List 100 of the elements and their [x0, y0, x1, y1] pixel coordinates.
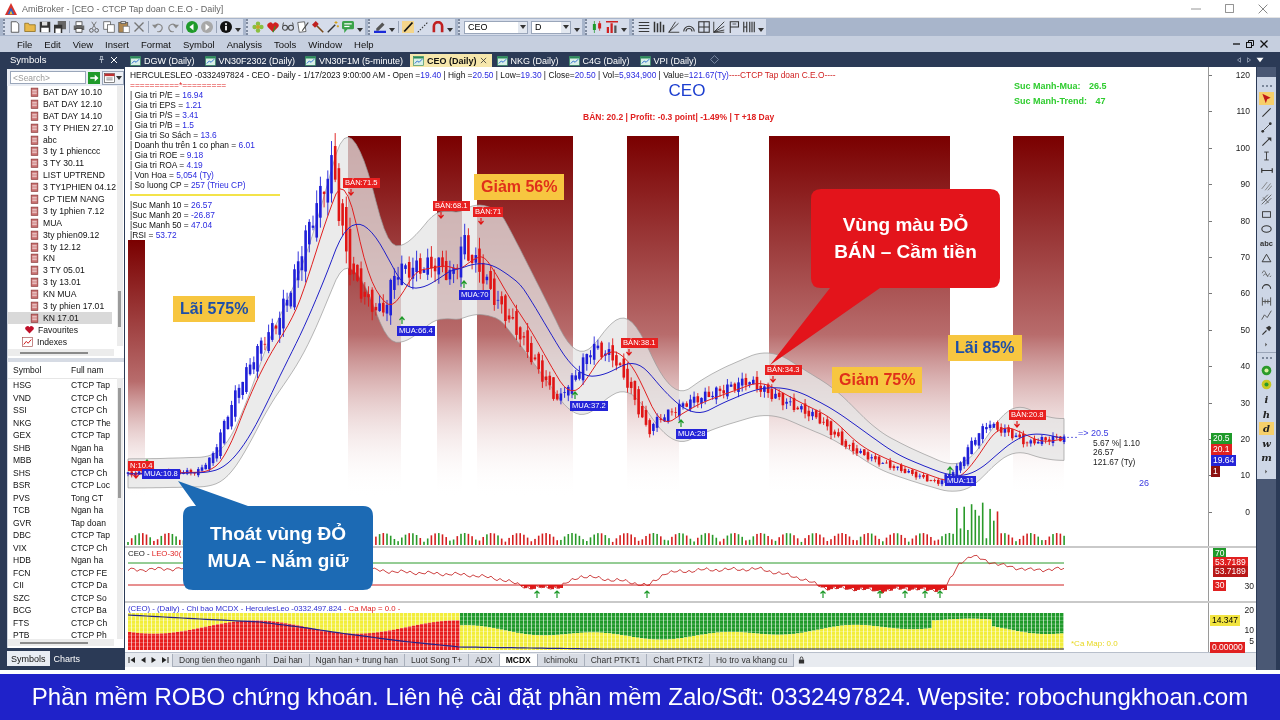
tree-item[interactable]: BAT DAY 12.10: [8, 97, 112, 110]
letter-tool-button[interactable]: d: [1259, 422, 1274, 435]
tree-item[interactable]: CP TIEM NANG: [8, 193, 112, 205]
chart-tab[interactable]: VN30F1M (5-minute): [302, 54, 409, 67]
chart-tab[interactable]: NKG (Daily): [493, 54, 564, 67]
tree-item[interactable]: 3 ty phien 17.01: [8, 300, 112, 312]
horizontal-segment-icon[interactable]: [1260, 167, 1273, 175]
menu-item[interactable]: Edit: [38, 38, 67, 50]
menu-item[interactable]: Format: [134, 38, 177, 50]
undo-icon[interactable]: [152, 21, 164, 33]
chart-tab[interactable]: C4G (Daily): [565, 54, 635, 67]
expand-arrow-icon[interactable]: [1264, 468, 1269, 476]
dropdown-caret-icon[interactable]: [116, 75, 122, 80]
sheet-tab[interactable]: Ngan han + trung han: [308, 653, 406, 667]
dropdown-caret-icon[interactable]: [447, 28, 453, 32]
heart-icon[interactable]: [267, 21, 279, 33]
scroll-right-icon[interactable]: [1246, 55, 1252, 64]
restore-icon[interactable]: [1246, 40, 1254, 48]
sheet-tab[interactable]: MCDX: [498, 653, 538, 667]
close-icon[interactable]: [1260, 40, 1268, 48]
letter-tool-button[interactable]: w: [1259, 436, 1274, 450]
magnet-icon[interactable]: [432, 21, 444, 33]
candlestick-icon[interactable]: [591, 21, 603, 33]
pen-color-icon[interactable]: [374, 21, 386, 33]
last-page-icon[interactable]: [161, 656, 169, 664]
hammer-icon[interactable]: [312, 21, 324, 33]
next-icon[interactable]: [150, 656, 158, 664]
grid-icon[interactable]: [698, 21, 710, 33]
tree-item[interactable]: MUA: [8, 216, 112, 229]
expand-arrow-icon[interactable]: [1264, 341, 1269, 349]
floppy-stack-icon[interactable]: [54, 21, 66, 33]
tree-item[interactable]: 3 TY 05.01: [8, 264, 112, 277]
tree-item[interactable]: Indexes: [8, 335, 112, 348]
tree-item[interactable]: Favourites: [8, 323, 112, 336]
lock-icon[interactable]: [798, 656, 806, 664]
horizontal-scrollbar[interactable]: [8, 639, 114, 646]
info-icon[interactable]: [220, 21, 232, 33]
sheet-tab[interactable]: Dai han: [266, 653, 310, 667]
dropdown-caret-icon[interactable]: [235, 28, 241, 32]
menu-item[interactable]: Symbol: [176, 38, 221, 50]
symbol-combo[interactable]: CEO: [464, 20, 528, 34]
glasses-icon[interactable]: [282, 21, 294, 33]
vertical-scrollbar[interactable]: [117, 86, 123, 346]
tree-item[interactable]: LIST UPTREND: [8, 169, 112, 182]
vertical-scrollbar[interactable]: [117, 378, 123, 639]
pin-icon[interactable]: [98, 55, 105, 64]
tree-item[interactable]: abc: [8, 133, 112, 146]
vertical-bars-icon[interactable]: [653, 21, 665, 33]
dropdown-caret-icon[interactable]: [758, 28, 764, 32]
redo-icon[interactable]: [167, 21, 179, 33]
dropdown-caret-icon[interactable]: [389, 28, 395, 32]
letter-tool-button[interactable]: i: [1259, 393, 1274, 406]
sheet-tab[interactable]: Dong tien theo nganh: [172, 653, 268, 667]
letter-tool-button[interactable]: h: [1259, 407, 1274, 421]
go-button[interactable]: [88, 70, 100, 85]
dropdown-caret-icon[interactable]: [519, 25, 526, 29]
tree-item[interactable]: KN: [8, 252, 112, 265]
ring-icon[interactable]: [1261, 364, 1272, 376]
zigzag-icon[interactable]: [1261, 310, 1272, 322]
panel-tab[interactable]: Charts: [49, 651, 85, 666]
horizontal-lines-icon[interactable]: [638, 21, 650, 33]
clipboard-icon[interactable]: [118, 21, 130, 33]
tree-item[interactable]: BAT DAY 10.10: [8, 86, 112, 98]
dropdown-caret-icon[interactable]: [621, 28, 627, 32]
arrow-line-icon[interactable]: [1261, 136, 1272, 148]
tree-item[interactable]: KN 17.01: [8, 311, 112, 324]
menu-item[interactable]: Window: [302, 38, 348, 50]
new-tab-icon[interactable]: [709, 55, 719, 64]
bar-chart-icon[interactable]: [606, 21, 618, 33]
maximize-icon[interactable]: [1225, 4, 1234, 13]
wand-icon[interactable]: [327, 21, 339, 33]
interval-combo[interactable]: D: [531, 20, 571, 34]
chart-tab[interactable]: VN30F2302 (Daily): [201, 54, 301, 67]
horizontal-scrollbar[interactable]: [8, 349, 114, 356]
squiggle-icon[interactable]: [1261, 267, 1272, 278]
column-header[interactable]: Symbol: [8, 365, 69, 375]
tree-item[interactable]: BAT DAY 14.10: [8, 109, 112, 122]
menu-item[interactable]: View: [66, 38, 100, 50]
column-header[interactable]: Full nam: [69, 365, 104, 375]
panel-tab[interactable]: Symbols: [7, 651, 50, 666]
pointer-tool-button[interactable]: [1259, 92, 1274, 105]
sheet-tab[interactable]: Ho tro va khang cu: [708, 653, 795, 667]
letter-tool-button[interactable]: m: [1259, 451, 1274, 464]
sheet-tab[interactable]: Luot Song T+: [404, 653, 470, 667]
dotted-line-icon[interactable]: [417, 21, 429, 33]
line-icon[interactable]: [1261, 107, 1272, 119]
arc-icon[interactable]: [1261, 282, 1272, 291]
search-field[interactable]: <Search>: [10, 71, 86, 84]
copy-icon[interactable]: [103, 21, 115, 33]
scroll-left-icon[interactable]: [1236, 55, 1242, 64]
close-icon[interactable]: [479, 57, 487, 64]
tree-item[interactable]: 3 TY PHIEN 27.10: [8, 121, 112, 134]
dropdown-caret-icon[interactable]: [357, 28, 363, 32]
previous-icon[interactable]: [139, 656, 147, 664]
flag-icon[interactable]: [728, 21, 740, 33]
document-icon[interactable]: [9, 21, 21, 33]
printer-icon[interactable]: [73, 21, 85, 33]
tree-item[interactable]: 3 TY 30.11: [8, 157, 112, 170]
first-page-icon[interactable]: [128, 656, 136, 664]
ellipse-icon[interactable]: [1261, 224, 1272, 233]
